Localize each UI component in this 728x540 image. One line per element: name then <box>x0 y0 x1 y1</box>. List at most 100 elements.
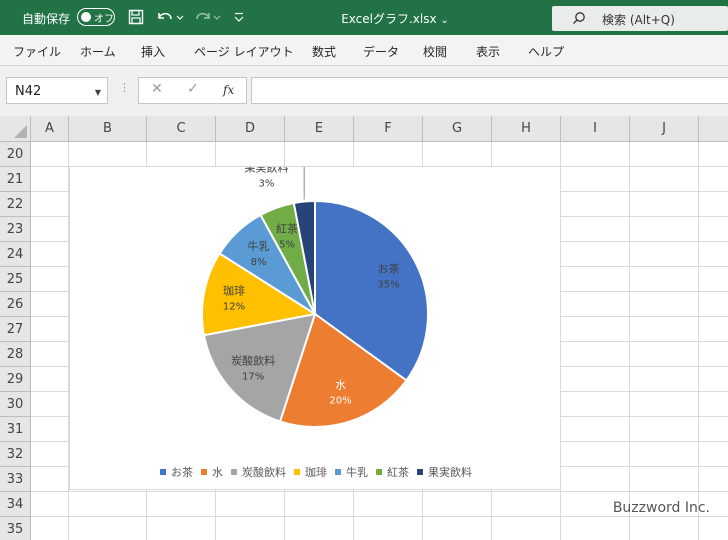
tab-help[interactable]: ヘルプ <box>528 43 564 60</box>
legend-item-water[interactable]: 水 <box>201 464 223 480</box>
row-header-24[interactable]: 24 <box>0 242 31 267</box>
autosave-toggle[interactable]: オフ <box>77 8 115 26</box>
chart-legend[interactable]: お茶 水 炭酸飲料 珈琲 牛乳 紅茶 果実飲料 <box>70 464 562 480</box>
search-box[interactable]: 検索 (Alt+Q) <box>552 6 728 31</box>
legend-swatch <box>376 469 382 475</box>
confirm-icon[interactable]: ✓ <box>187 81 199 97</box>
toggle-knob <box>81 12 91 22</box>
column-header-i[interactable]: I <box>561 116 630 142</box>
tab-insert[interactable]: 挿入 <box>141 43 165 60</box>
formula-buttons: ✕ ✓ fx <box>138 77 247 104</box>
data-label-category: 水 <box>335 378 346 391</box>
data-label-value: 35% <box>377 280 399 291</box>
legend-swatch <box>294 469 300 475</box>
row-header-32[interactable]: 32 <box>0 442 31 467</box>
data-label-category: 珈琲 <box>223 284 245 298</box>
legend-item-tea[interactable]: お茶 <box>160 464 193 480</box>
tab-review[interactable]: 校閲 <box>423 43 447 60</box>
data-label-value: 20% <box>329 395 351 406</box>
row-header-31[interactable]: 31 <box>0 417 31 442</box>
insert-function-icon[interactable]: fx <box>223 83 234 97</box>
column-header-d[interactable]: D <box>216 116 285 142</box>
leader-line <box>303 167 305 200</box>
resize-handle-icon[interactable]: ⋮ <box>119 81 130 94</box>
data-label-value: 17% <box>242 372 264 383</box>
gridline <box>698 142 699 540</box>
row-header-33[interactable]: 33 <box>0 467 31 492</box>
formula-bar: N42 ▼ ⋮ ✕ ✓ fx <box>0 66 728 116</box>
row-header-35[interactable]: 35 <box>0 517 31 540</box>
legend-label: 紅茶 <box>387 466 409 479</box>
undo-icon[interactable] <box>155 8 185 26</box>
data-label-category: お茶 <box>377 263 399 276</box>
legend-label: お茶 <box>171 466 193 479</box>
row-header-30[interactable]: 30 <box>0 392 31 417</box>
watermark: Buzzword Inc. <box>612 500 710 516</box>
column-header-h[interactable]: H <box>492 116 561 142</box>
column-header-e[interactable]: E <box>285 116 354 142</box>
data-label-category: 牛乳 <box>248 239 270 253</box>
gridline <box>629 142 630 540</box>
legend-item-coffee[interactable]: 珈琲 <box>294 464 327 480</box>
row-header-28[interactable]: 28 <box>0 342 31 367</box>
row-header-22[interactable]: 22 <box>0 192 31 217</box>
redo-icon[interactable] <box>193 8 223 26</box>
data-label-value: 3% <box>259 179 275 190</box>
data-label-value: 12% <box>223 302 245 313</box>
legend-label: 牛乳 <box>346 466 368 479</box>
column-header-b[interactable]: B <box>69 116 147 142</box>
data-label-category: 果実飲料 <box>244 167 288 175</box>
column-header-k[interactable] <box>699 116 728 142</box>
row-header-20[interactable]: 20 <box>0 142 31 167</box>
row-header-21[interactable]: 21 <box>0 167 31 192</box>
row-header-25[interactable]: 25 <box>0 267 31 292</box>
column-header-f[interactable]: F <box>354 116 423 142</box>
gridline <box>31 516 728 517</box>
column-header-c[interactable]: C <box>147 116 216 142</box>
legend-swatch <box>160 469 166 475</box>
customize-toolbar-icon[interactable] <box>232 8 246 26</box>
data-label-category: 紅茶 <box>276 222 298 235</box>
tab-formulas[interactable]: 数式 <box>312 43 336 60</box>
column-header-a[interactable]: A <box>31 116 69 142</box>
pie-chart[interactable]: お茶 35% 水 20% 炭酸飲料 17% 珈琲 12% 牛乳 8% 紅茶 5% 果実飲料 3% お茶水炭… <box>69 166 561 490</box>
legend-label: 水 <box>212 466 223 479</box>
legend-item-black-tea[interactable]: 紅茶 <box>376 464 409 480</box>
filename: Excelグラフ.xlsx <box>341 12 437 26</box>
pie-chart-plot[interactable]: お茶 35% 水 20% 炭酸飲料 17% 珈琲 12% 牛乳 8% 紅茶 5% 果実飲料 3% <box>70 167 562 467</box>
legend-swatch <box>417 469 423 475</box>
data-label-category: 炭酸飲料 <box>231 354 275 368</box>
legend-item-juice[interactable]: 果実飲料 <box>417 464 472 480</box>
column-header-g[interactable]: G <box>423 116 492 142</box>
column-header-j[interactable]: J <box>630 116 699 142</box>
row-header-26[interactable]: 26 <box>0 292 31 317</box>
chevron-down-icon[interactable]: ▼ <box>95 88 101 97</box>
legend-label: 珈琲 <box>305 466 327 479</box>
legend-swatch <box>201 469 207 475</box>
autosave-state: オフ <box>94 14 114 25</box>
save-icon[interactable] <box>127 8 145 26</box>
tab-file[interactable]: ファイル <box>13 43 61 60</box>
tab-view[interactable]: 表示 <box>476 43 500 60</box>
legend-label: 炭酸飲料 <box>242 466 286 479</box>
name-box-value: N42 <box>15 84 42 99</box>
row-header-27[interactable]: 27 <box>0 317 31 342</box>
legend-item-milk[interactable]: 牛乳 <box>335 464 368 480</box>
legend-swatch <box>335 469 341 475</box>
select-all-button[interactable] <box>0 116 31 142</box>
title-bar: 自動保存 オフ Excelグラフ.xlsx ⌄ 検索 (Alt+Q) <box>0 0 728 35</box>
row-header-23[interactable]: 23 <box>0 217 31 242</box>
tab-page-layout[interactable]: ページ レイアウト <box>194 43 294 60</box>
name-box[interactable]: N42 ▼ <box>6 77 108 104</box>
formula-input[interactable] <box>251 77 728 104</box>
cancel-icon[interactable]: ✕ <box>151 81 163 97</box>
tab-home[interactable]: ホーム <box>80 43 116 60</box>
legend-item-soda[interactable]: 炭酸飲料 <box>231 464 286 480</box>
search-icon <box>573 12 585 24</box>
tab-data[interactable]: データ <box>363 43 399 60</box>
legend-label: 果実飲料 <box>428 466 472 479</box>
document-title[interactable]: Excelグラフ.xlsx ⌄ <box>330 10 460 27</box>
row-header-34[interactable]: 34 <box>0 492 31 517</box>
row-header-29[interactable]: 29 <box>0 367 31 392</box>
chevron-down-icon: ⌄ <box>440 15 449 26</box>
